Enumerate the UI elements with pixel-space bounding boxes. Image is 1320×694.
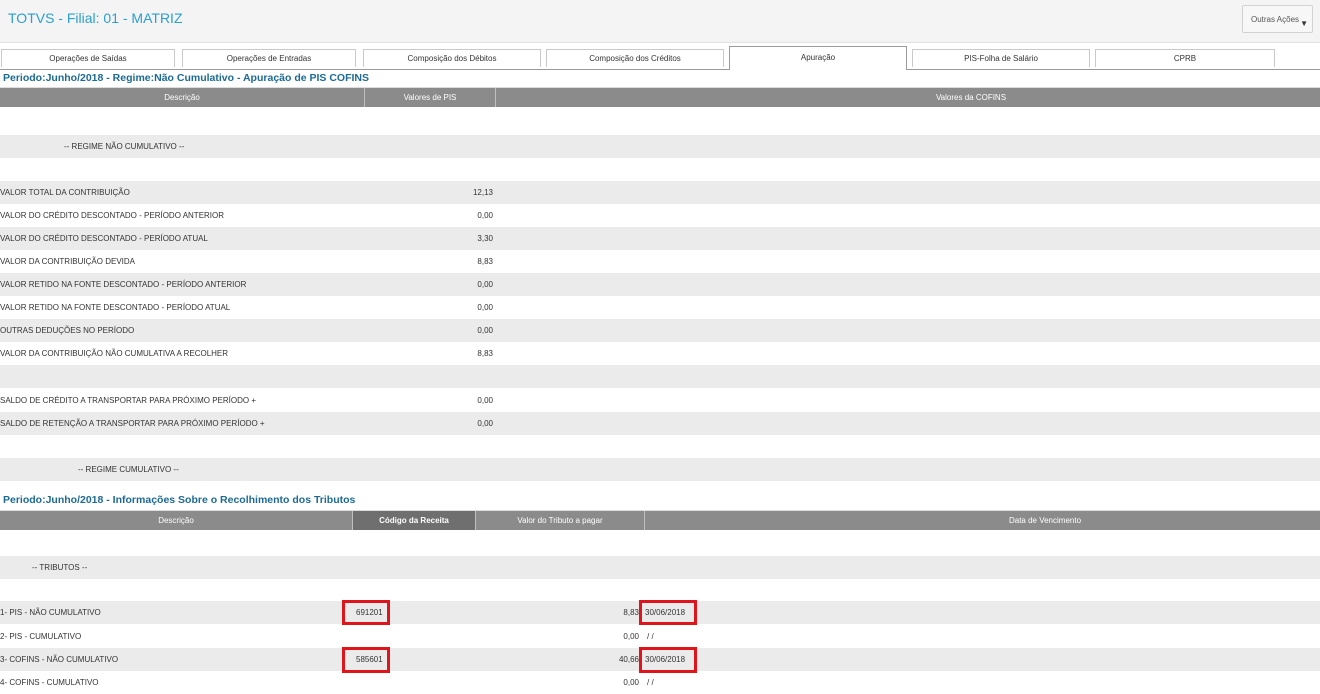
table-row: VALOR RETIDO NA FONTE DESCONTADO - PERÍO… xyxy=(0,273,1320,296)
row-description: OUTRAS DEDUÇÕES NO PERÍODO xyxy=(0,326,135,335)
row-description: VALOR RETIDO NA FONTE DESCONTADO - PERÍO… xyxy=(0,303,231,312)
row-description: VALOR DA CONTRIBUIÇÃO DEVIDA xyxy=(0,257,135,266)
table-row: SALDO DE CRÉDITO A TRANSPORTAR PARA PRÓX… xyxy=(0,389,1320,412)
table-row: VALOR DO CRÉDITO DESCONTADO - PERÍODO AT… xyxy=(0,227,1320,250)
row-description: SALDO DE CRÉDITO A TRANSPORTAR PARA PRÓX… xyxy=(0,396,256,405)
tab-apuracao[interactable]: Apuração xyxy=(729,46,907,70)
table-row xyxy=(0,111,1320,134)
pis-value: 3,30 xyxy=(477,234,493,243)
row-description: 4- COFINS - CUMULATIVO xyxy=(0,678,99,687)
table-row xyxy=(0,365,1320,388)
row-description: SALDO DE RETENÇÃO A TRANSPORTAR PARA PRÓ… xyxy=(0,419,265,428)
table-row: VALOR DA CONTRIBUIÇÃO NÃO CUMULATIVA A R… xyxy=(0,342,1320,365)
row-description: VALOR DO CRÉDITO DESCONTADO - PERÍODO AN… xyxy=(0,211,225,220)
row-description: VALOR DO CRÉDITO DESCONTADO - PERÍODO AT… xyxy=(0,234,208,243)
tab-composicao-creditos[interactable]: Composição dos Créditos xyxy=(546,49,724,67)
regime-label: -- REGIME CUMULATIVO -- xyxy=(78,465,179,474)
col-descricao: Descrição xyxy=(0,88,365,107)
tab-underline xyxy=(907,69,1320,70)
data-vencimento: / / xyxy=(647,678,654,687)
other-actions-label: Outras Ações xyxy=(1251,15,1300,24)
data-vencimento: / / xyxy=(647,632,654,641)
regime-label: -- REGIME NÃO CUMULATIVO -- xyxy=(64,142,185,151)
valor-tributo: 8,83 xyxy=(623,608,639,617)
other-actions-button[interactable]: Outras Ações ▼ xyxy=(1242,5,1313,33)
tab-composicao-debitos[interactable]: Composição dos Débitos xyxy=(363,49,541,67)
valor-tributo: 0,00 xyxy=(623,678,639,687)
table-row: -- REGIME CUMULATIVO -- xyxy=(0,458,1320,481)
table-row: SALDO DE RETENÇÃO A TRANSPORTAR PARA PRÓ… xyxy=(0,412,1320,435)
top-bar: TOTVS - Filial: 01 - MATRIZ Outras Ações… xyxy=(0,0,1320,43)
table-row: -- TRIBUTOS -- xyxy=(0,556,1320,579)
row-description: VALOR TOTAL DA CONTRIBUIÇÃO xyxy=(0,188,130,197)
valor-tributo: 40,66 xyxy=(618,655,639,664)
pis-value: 0,00 xyxy=(477,326,493,335)
table-row xyxy=(0,533,1320,556)
table-row: VALOR DA CONTRIBUIÇÃO DEVIDA 8,83 xyxy=(0,250,1320,273)
pis-value: 8,83 xyxy=(477,257,493,266)
col-valores-cofins: Valores da COFINS xyxy=(935,93,1007,102)
row-description: 3- COFINS - NÃO CUMULATIVO xyxy=(0,655,119,664)
table-row: 2- PIS - CUMULATIVO 0,00 / / xyxy=(0,625,1320,648)
highlight-box xyxy=(342,600,390,625)
pis-value: 12,13 xyxy=(472,188,493,197)
highlight-box xyxy=(342,647,390,673)
table-row xyxy=(0,435,1320,458)
recolhimento-table-header: Descrição Código da Receita Valor do Tri… xyxy=(0,510,1320,530)
apuracao-section-title: Periodo:Junho/2018 - Regime:Não Cumulati… xyxy=(3,72,370,84)
tab-bar: Operações de Saídas Operações de Entrada… xyxy=(0,46,1320,70)
table-row: OUTRAS DEDUÇÕES NO PERÍODO 0,00 xyxy=(0,319,1320,342)
table-row: 4- COFINS - CUMULATIVO 0,00 / / xyxy=(0,671,1320,694)
table-row xyxy=(0,158,1320,181)
table-row xyxy=(0,578,1320,601)
pis-value: 0,00 xyxy=(477,303,493,312)
app-title: TOTVS - Filial: 01 - MATRIZ xyxy=(8,10,183,26)
table-row: VALOR DO CRÉDITO DESCONTADO - PERÍODO AN… xyxy=(0,204,1320,227)
row-description: 1- PIS - NÃO CUMULATIVO xyxy=(0,608,101,617)
pis-value: 8,83 xyxy=(477,349,493,358)
pis-value: 0,00 xyxy=(477,419,493,428)
row-description: VALOR RETIDO NA FONTE DESCONTADO - PERÍO… xyxy=(0,280,247,289)
col-valor-tributo: Valor do Tributo a pagar xyxy=(476,511,645,530)
pis-value: 0,00 xyxy=(477,396,493,405)
highlight-box xyxy=(639,600,697,625)
row-description: 2- PIS - CUMULATIVO xyxy=(0,632,82,641)
tab-operacoes-entradas[interactable]: Operações de Entradas xyxy=(182,49,356,67)
col-descricao: Descrição xyxy=(0,511,353,530)
table-row: VALOR RETIDO NA FONTE DESCONTADO - PERÍO… xyxy=(0,296,1320,319)
recolhimento-section-title: Periodo:Junho/2018 - Informações Sobre o… xyxy=(3,494,356,506)
col-codigo-receita: Código da Receita xyxy=(353,511,476,530)
pis-value: 0,00 xyxy=(477,280,493,289)
row-description: VALOR DA CONTRIBUIÇÃO NÃO CUMULATIVA A R… xyxy=(0,349,229,358)
tab-pis-folha-salario[interactable]: PIS-Folha de Salário xyxy=(912,49,1090,67)
tributos-label: -- TRIBUTOS -- xyxy=(32,563,88,572)
tab-operacoes-saidas[interactable]: Operações de Saídas xyxy=(1,49,175,67)
tab-cprb[interactable]: CPRB xyxy=(1095,49,1275,67)
table-row: VALOR TOTAL DA CONTRIBUIÇÃO 12,13 xyxy=(0,181,1320,204)
tab-underline xyxy=(0,69,729,70)
col-valores-pis: Valores de PIS xyxy=(365,88,496,107)
pis-value: 0,00 xyxy=(477,211,493,220)
col-data-vencimento: Data de Vencimento xyxy=(1008,516,1082,525)
highlight-box xyxy=(639,647,697,673)
chevron-down-icon: ▼ xyxy=(1300,19,1308,28)
table-row: -- REGIME NÃO CUMULATIVO -- xyxy=(0,135,1320,158)
apuracao-table-header: Descrição Valores de PIS Valores da COFI… xyxy=(0,87,1320,107)
valor-tributo: 0,00 xyxy=(623,632,639,641)
